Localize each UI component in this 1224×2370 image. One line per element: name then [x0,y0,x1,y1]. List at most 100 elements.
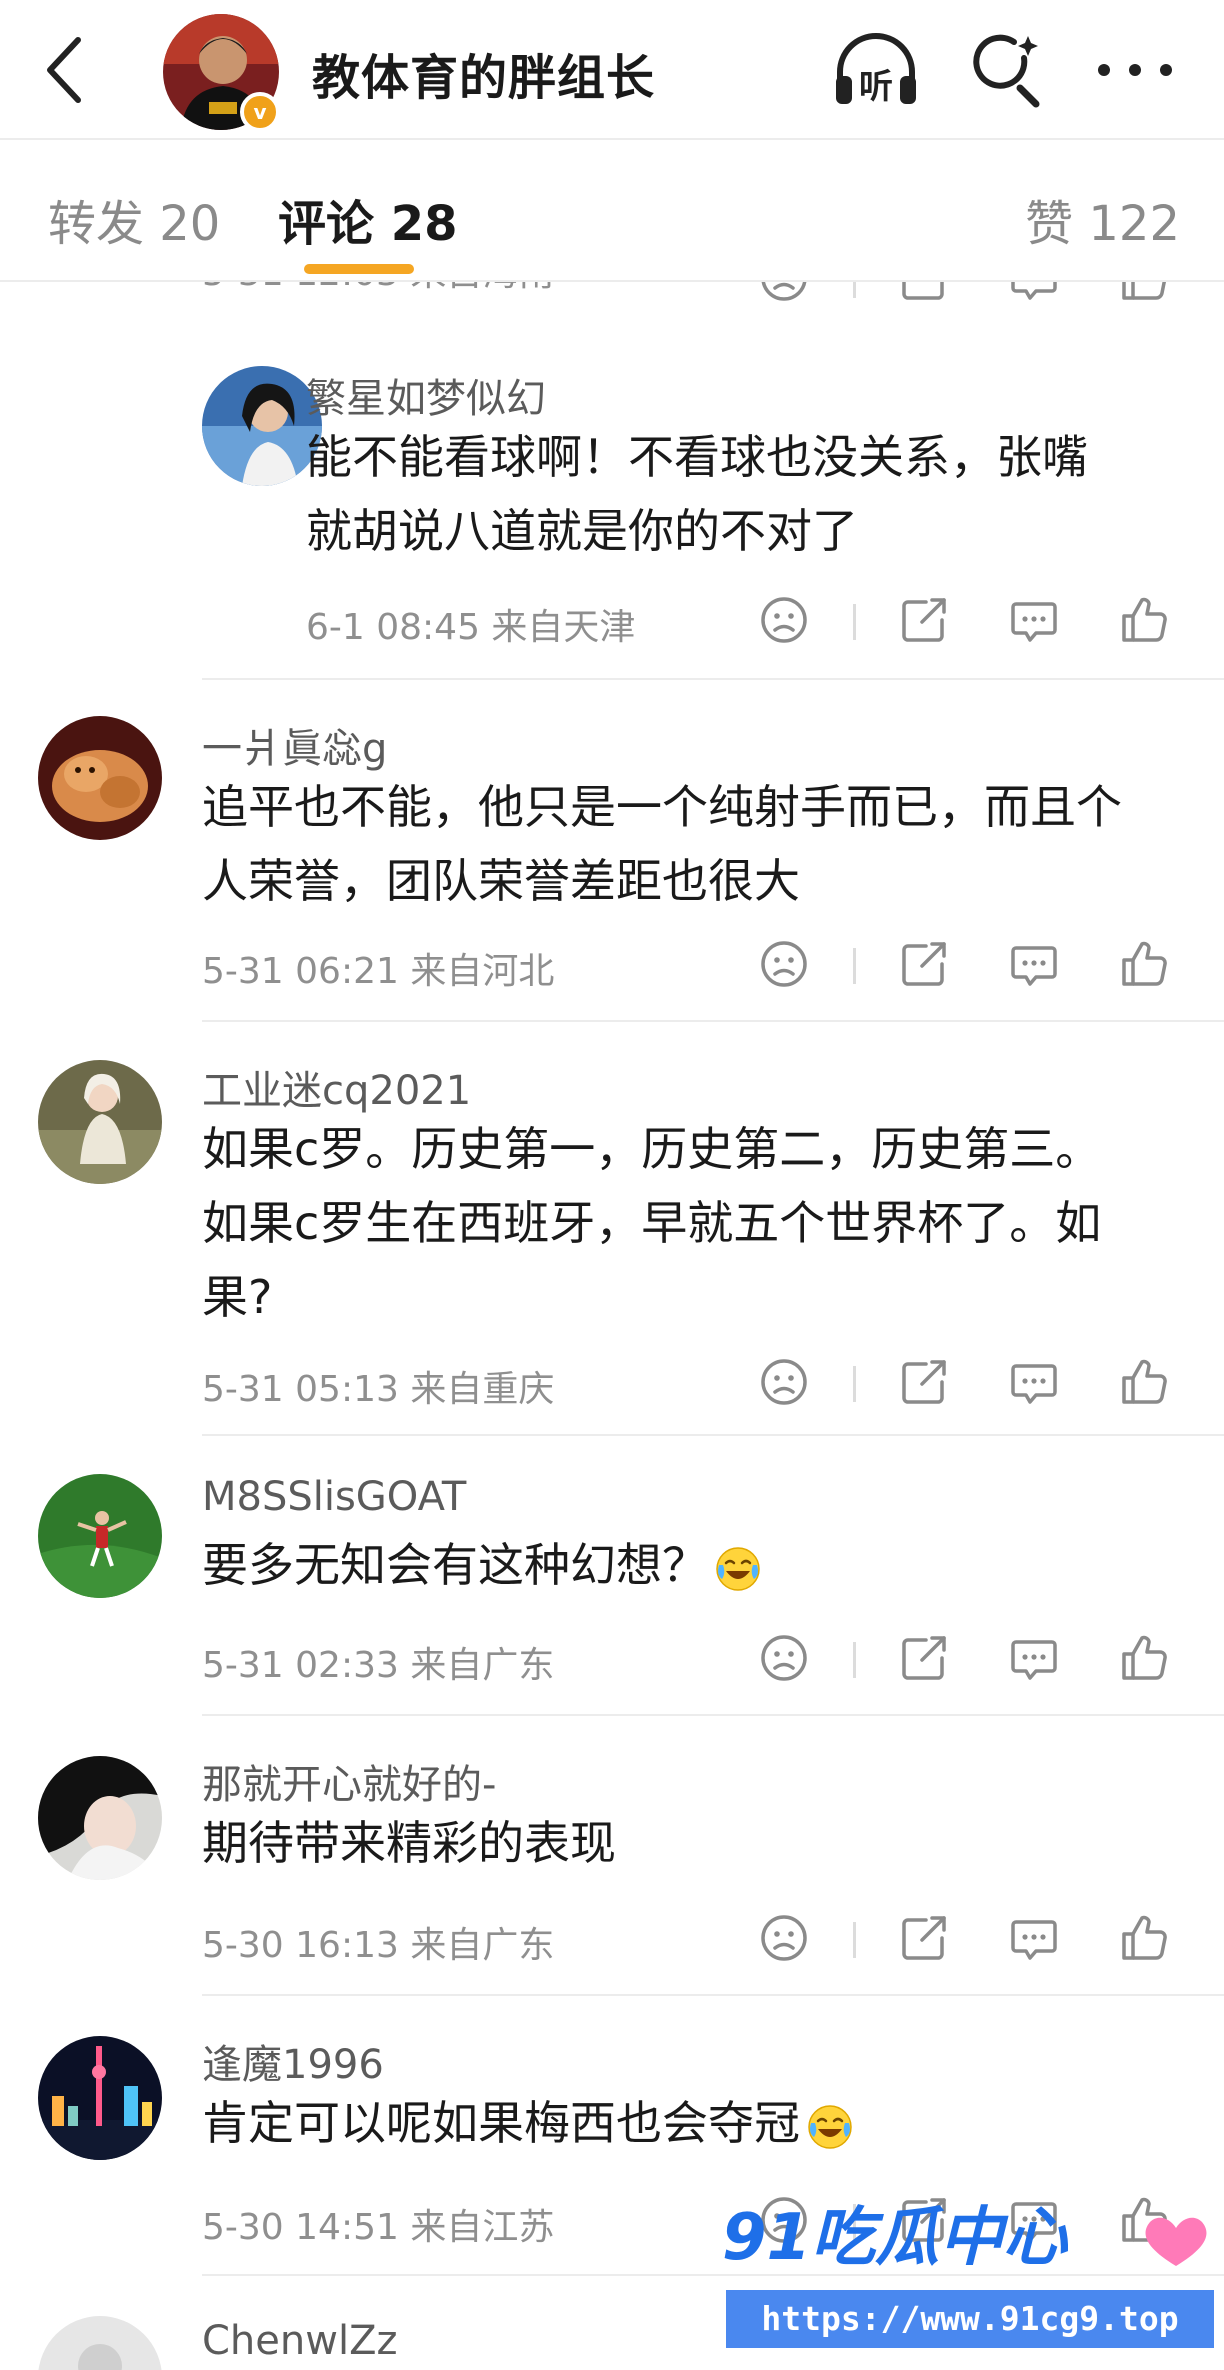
action-separator [853,604,856,640]
avatar-image [38,716,162,840]
comment-meta: 5-30 14:51 来自江苏 [202,2207,555,2248]
comment-actions [756,936,1186,996]
avatar-image [202,366,322,486]
top-bar: v 教体育的胖组长 听 [0,0,1224,140]
share-icon[interactable] [896,592,952,648]
comment-divider [202,1020,1224,1022]
avatar[interactable] [38,2316,162,2370]
comment-username[interactable]: 逢魔1996 [202,2032,384,2090]
comment-icon[interactable] [1006,936,1062,992]
comment-divider [202,1434,1224,1436]
comment-actions [756,1910,1186,1970]
reply-item: 繁星如梦似幻 能不能看球啊！不看球也没关系，张嘴 就胡说八道就是你的不对了 6-… [0,360,1224,680]
avatar-image [38,1756,162,1880]
comment-text-line: 果? [202,1270,273,1324]
laugh-cry-emoji [806,2103,854,2151]
comment-username[interactable]: 那就开心就好的- [202,1752,496,1810]
page-title[interactable]: 教体育的胖组长 [312,38,655,108]
avatar[interactable] [202,366,322,486]
comment-text-line: 肯定可以呢如果梅西也会夺冠 [202,2086,854,2160]
search-sparkle-icon [973,34,1040,108]
share-icon[interactable] [896,936,952,992]
heart-icon [1145,2217,1207,2266]
comment-item: 一爿眞惢g 追平也不能，他只是一个纯射手而已，而且个 人荣誉，团队荣誉差距也很大… [0,716,1224,1016]
comment-item: M8SSlisGOAT 要多无知会有这种幻想？ 5-31 02:33 来自广东 [0,1472,1224,1702]
action-separator [853,948,856,984]
dislike-face-icon[interactable] [756,1630,812,1686]
listen-button[interactable]: 听 [830,28,922,112]
comment-divider [202,1714,1224,1716]
tab-bar: 转发 20 评论 28 赞 122 [0,140,1224,282]
tab-forwards[interactable]: 转发 20 [48,184,220,254]
comment-text-line: 就胡说八道就是你的不对了 [306,504,858,558]
avatar[interactable] [38,1474,162,1598]
verified-badge: v [240,92,280,132]
comment-text-line: 如果c罗生在西班牙，早就五个世界杯了。如 [202,1196,1102,1250]
thumbs-up-icon[interactable] [1116,936,1172,992]
avatar[interactable] [38,2036,162,2160]
watermark-logo: 91吃瓜中心 [722,2201,1068,2275]
comment-text-line: 能不能看球啊！不看球也没关系，张嘴 [306,430,1088,484]
share-icon[interactable] [896,1630,952,1686]
comment-icon[interactable] [1006,1630,1062,1686]
comment-meta: 5-31 12:03 来自海南 [202,282,554,296]
thumbs-up-icon[interactable] [1116,592,1172,648]
comment-item: 工业迷cq2021 如果c罗。历史第一，历史第二，历史第三。 如果c罗生在西班牙… [0,1058,1224,1428]
thumbs-up-icon[interactable] [1116,282,1172,306]
action-separator [853,1642,856,1678]
comment-meta: 6-1 08:45 来自天津 [306,607,636,648]
more-dots-icon [1098,64,1172,76]
dislike-face-icon[interactable] [756,1354,812,1410]
comment-text-line: 要多无知会有这种幻想？ [202,1528,762,1602]
thumbs-up-icon[interactable] [1116,1910,1172,1966]
avatar-image [38,1060,162,1184]
avatar[interactable] [38,1756,162,1880]
comment-actions [756,1630,1186,1690]
comment-actions [756,1354,1186,1414]
comment-actions [756,592,1186,652]
share-icon[interactable] [896,282,952,306]
action-separator [853,282,856,298]
dislike-face-icon[interactable] [756,936,812,992]
comment-text-line: 如果c罗。历史第一，历史第二，历史第三。 [202,1122,1102,1176]
comment-icon[interactable] [1006,1910,1062,1966]
comment-divider [202,2274,1224,2276]
comment-divider [202,1994,1224,1996]
listen-label: 听 [859,67,893,107]
dislike-face-icon[interactable] [756,1910,812,1966]
comment-username[interactable]: M8SSlisGOAT [202,1474,466,1520]
more-button[interactable] [1090,50,1180,90]
comment-meta: 5-31 02:33 来自广东 [202,1645,555,1686]
active-tab-indicator [304,264,414,274]
comment-username[interactable]: 繁星如梦似幻 [306,366,546,424]
comment-icon[interactable] [1006,282,1062,306]
comment-username[interactable]: 一爿眞惢g [202,716,387,774]
avatar[interactable] [38,716,162,840]
comment-actions [756,282,1186,310]
comment-icon[interactable] [1006,1354,1062,1410]
comment-divider [202,678,1224,680]
share-icon[interactable] [896,1354,952,1410]
partial-comment: 5-31 12:03 来自海南 [0,282,1224,332]
avatar-image [38,2316,162,2370]
comment-meta: 5-30 16:13 来自广东 [202,1925,555,1966]
comment-text-line: 人荣誉，团队荣誉差距也很大 [202,854,800,908]
search-button[interactable] [970,30,1046,110]
comment-username[interactable]: 工业迷cq2021 [202,1058,471,1116]
tab-comments[interactable]: 评论 28 [278,184,458,254]
share-icon[interactable] [896,1910,952,1966]
comment-icon[interactable] [1006,592,1062,648]
dislike-face-icon[interactable] [756,592,812,648]
avatar[interactable] [38,1060,162,1184]
back-button[interactable] [38,30,98,110]
comment-text-line: 期待带来精彩的表现 [202,1816,616,1870]
laugh-cry-emoji [714,1545,762,1593]
comment-text: 要多无知会有这种幻想？ [202,1538,708,1592]
tab-likes[interactable]: 赞 122 [1025,184,1180,254]
comment-username[interactable]: ChenwlZz [202,2318,397,2364]
headphones-icon: 听 [836,33,916,107]
comment-text-line: 追平也不能，他只是一个纯射手而已，而且个 [202,780,1122,834]
dislike-face-icon[interactable] [756,282,812,306]
thumbs-up-icon[interactable] [1116,1630,1172,1686]
thumbs-up-icon[interactable] [1116,1354,1172,1410]
